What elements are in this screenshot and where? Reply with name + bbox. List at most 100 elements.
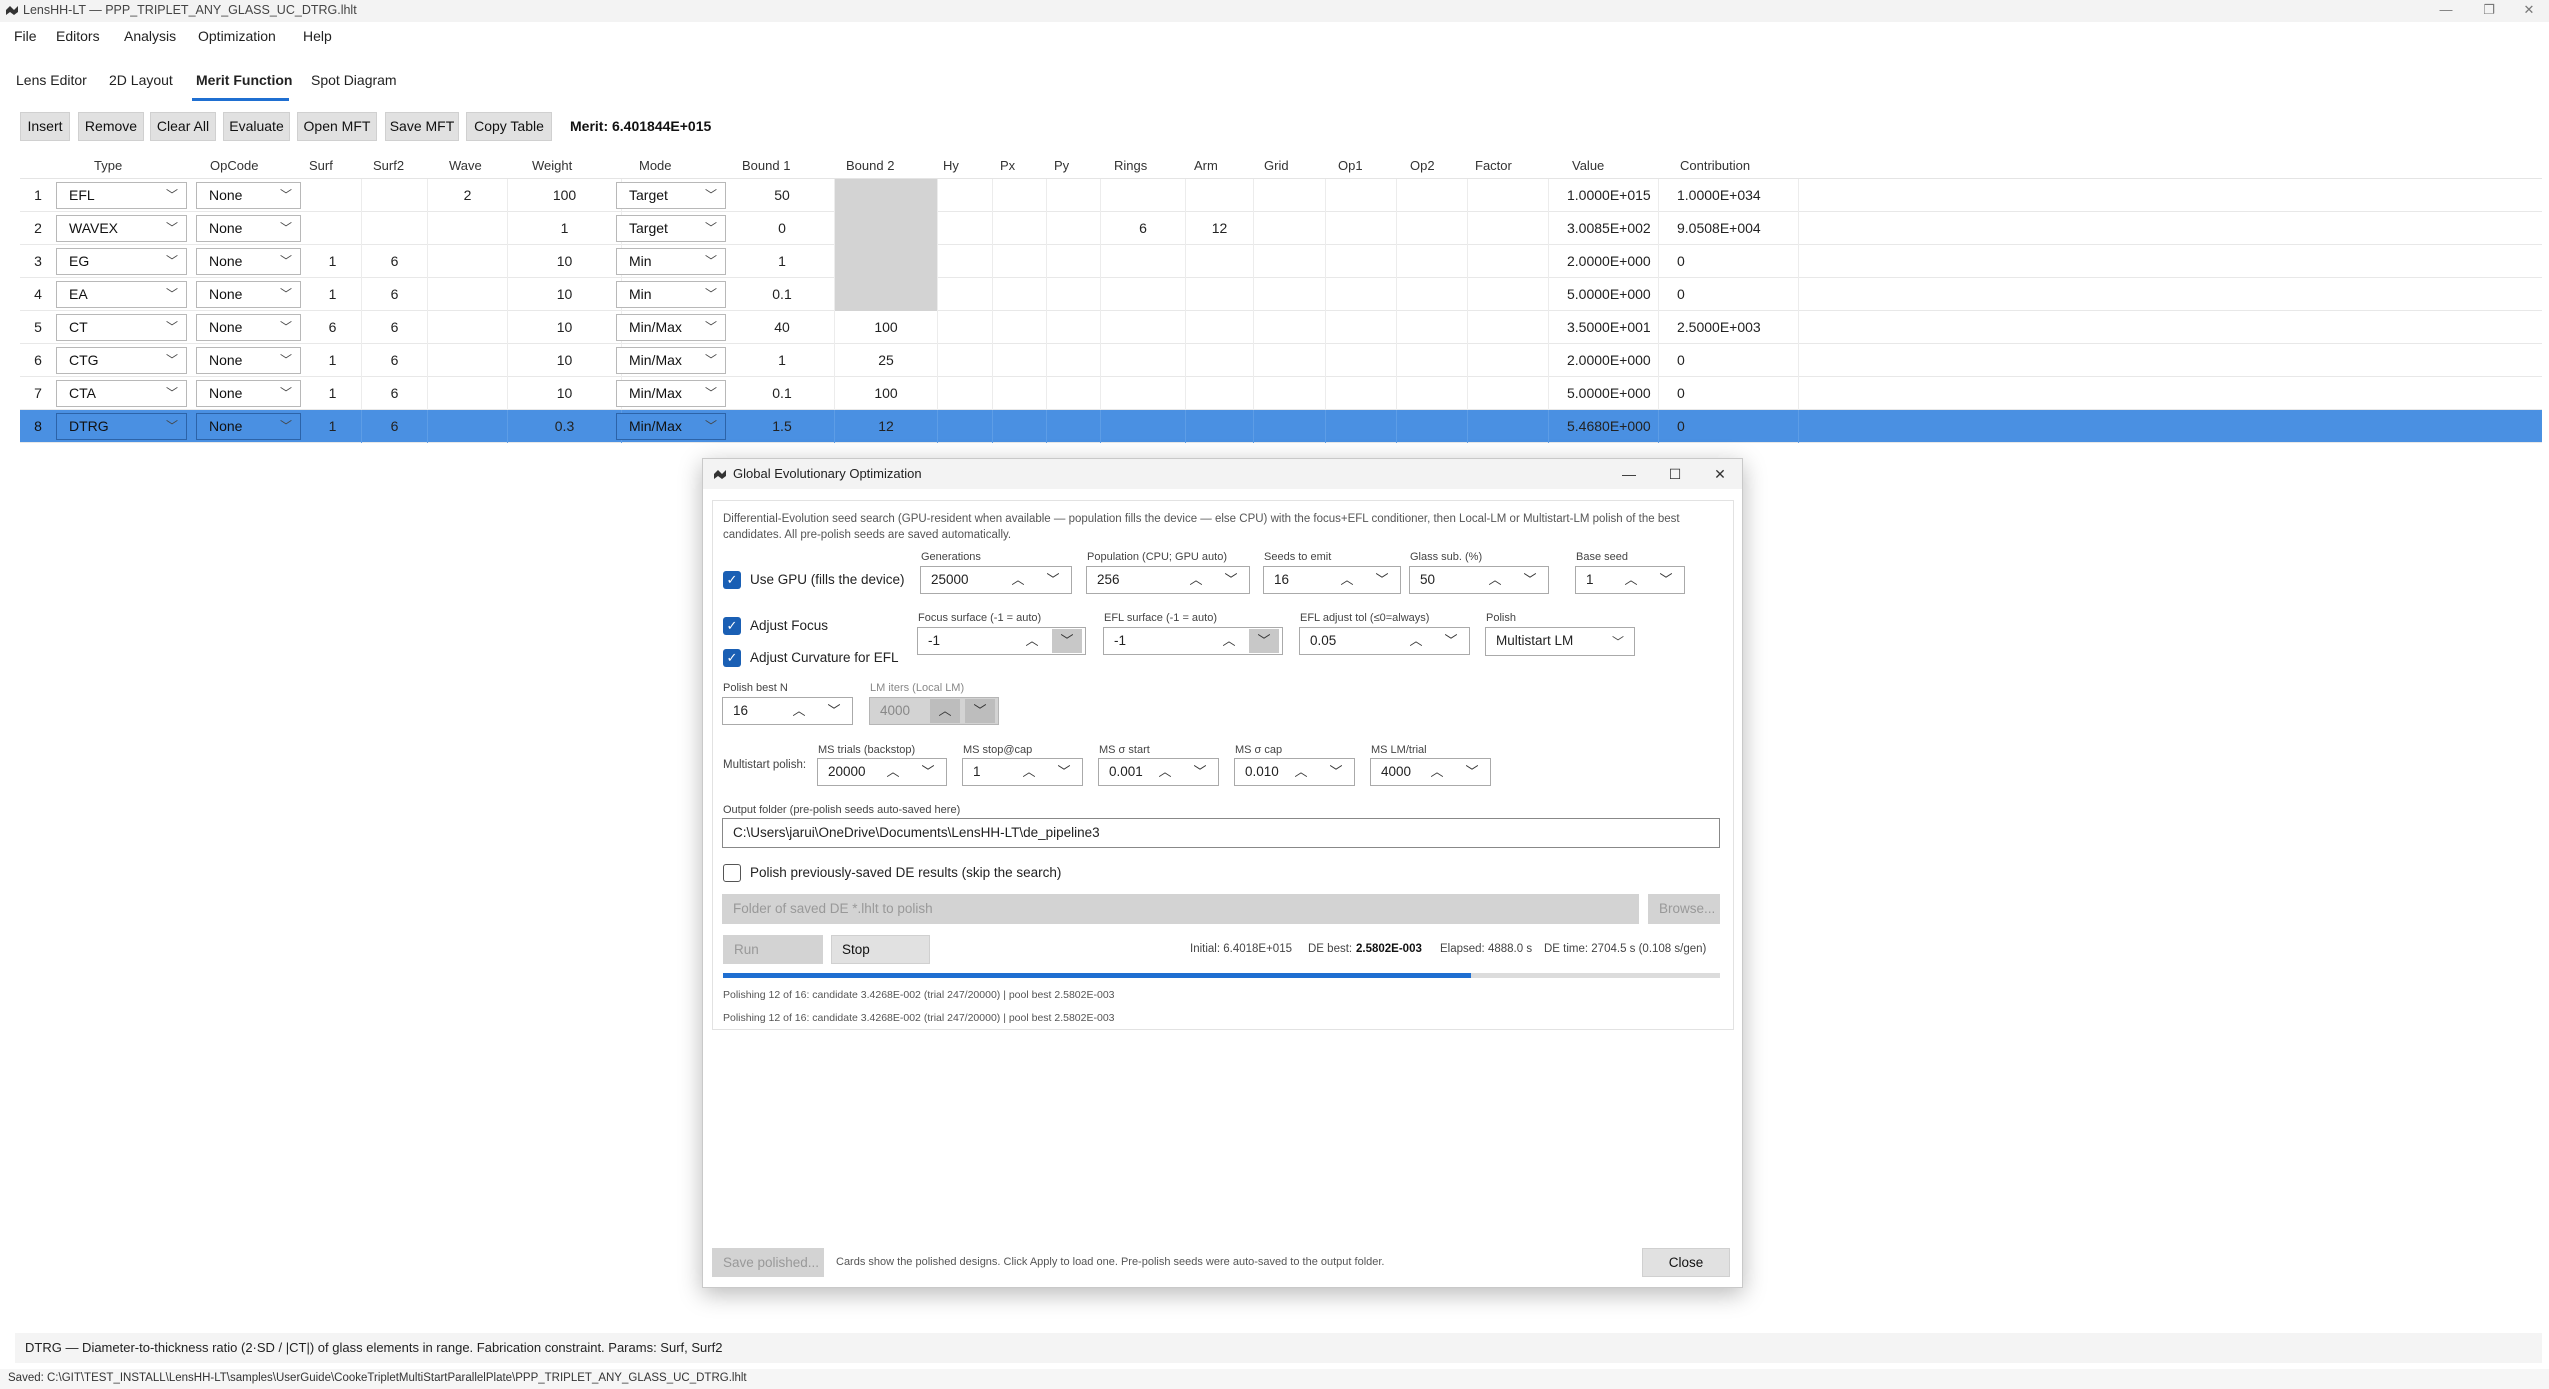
wave-cell[interactable]	[428, 245, 508, 278]
surf-cell[interactable]: 1	[304, 278, 362, 311]
glass-sub-spinner[interactable]: 50 ︿ ﹀	[1409, 566, 1549, 594]
rings-cell[interactable]: 6	[1101, 212, 1186, 245]
b2-cell[interactable]	[835, 212, 938, 245]
b1-cell[interactable]: 1.5	[730, 410, 835, 443]
grid-cell[interactable]	[1254, 344, 1326, 377]
table-row[interactable]: 6 CTG ﹀ None ﹀ 1 6 10 Min/Max ﹀ 1 25 2.0000E+000 0	[20, 344, 2542, 377]
surf-cell[interactable]: 1	[304, 245, 362, 278]
grid-cell[interactable]	[1254, 245, 1326, 278]
arm-cell[interactable]	[1186, 245, 1254, 278]
py-cell[interactable]	[1047, 410, 1101, 443]
arm-cell[interactable]: 12	[1186, 212, 1254, 245]
menu-help[interactable]: Help	[303, 28, 332, 44]
tab-2d-layout[interactable]: 2D Layout	[109, 72, 173, 88]
chevron-down-icon[interactable]: ﹀	[1249, 629, 1279, 653]
surf-cell[interactable]	[304, 179, 362, 212]
hy-cell[interactable]	[938, 311, 993, 344]
py-cell[interactable]	[1047, 179, 1101, 212]
wave-cell[interactable]	[428, 377, 508, 410]
b1-cell[interactable]: 0.1	[730, 278, 835, 311]
close-window-icon[interactable]: ✕	[2509, 0, 2549, 22]
hy-cell[interactable]	[938, 278, 993, 311]
b2-cell[interactable]: 100	[835, 311, 938, 344]
minimize-icon[interactable]: —	[2426, 0, 2466, 22]
contrib-cell[interactable]: 0	[1659, 245, 1799, 278]
surf-cell[interactable]	[304, 212, 362, 245]
wave-cell[interactable]	[428, 344, 508, 377]
arm-cell[interactable]	[1186, 179, 1254, 212]
px-cell[interactable]	[993, 377, 1047, 410]
ms-sigma-start-spinner[interactable]: 0.001 ︿ ﹀	[1098, 758, 1219, 786]
b2-cell[interactable]	[835, 179, 938, 212]
surf2-cell[interactable]: 6	[362, 344, 428, 377]
factor-cell[interactable]	[1468, 311, 1549, 344]
mode-select[interactable]: Min/Max ﹀	[616, 413, 726, 440]
factor-cell[interactable]	[1468, 377, 1549, 410]
chevron-up-icon[interactable]: ︿	[1150, 760, 1180, 784]
base-seed-spinner[interactable]: 1 ︿ ﹀	[1575, 566, 1685, 594]
adjust-focus-checkbox[interactable]: ✓	[723, 617, 741, 635]
surf-cell[interactable]: 1	[304, 410, 362, 443]
table-row[interactable]: 2 WAVEX ﹀ None ﹀ 1 Target ﹀ 0 6 12 3.0085E+002 9.050…	[20, 212, 2542, 245]
op2-cell[interactable]	[1397, 311, 1468, 344]
copy-table-button[interactable]: Copy Table	[466, 112, 552, 141]
b2-cell[interactable]	[835, 245, 938, 278]
type-select[interactable]: EFL ﹀	[56, 182, 187, 209]
ms-lm-trial-spinner[interactable]: 4000 ︿ ﹀	[1370, 758, 1491, 786]
surf2-cell[interactable]: 6	[362, 377, 428, 410]
efl-tol-spinner[interactable]: 0.05 ︿ ﹀	[1299, 627, 1470, 655]
seeds-spinner[interactable]: 16 ︿ ﹀	[1263, 566, 1401, 594]
value-cell[interactable]: 3.0085E+002	[1549, 212, 1659, 245]
mode-select[interactable]: Min/Max ﹀	[616, 314, 726, 341]
opcode-select[interactable]: None ﹀	[196, 413, 301, 440]
efl-surface-spinner[interactable]: -1 ︿ ﹀	[1103, 627, 1283, 655]
py-cell[interactable]	[1047, 311, 1101, 344]
mode-select[interactable]: Min/Max ﹀	[616, 347, 726, 374]
value-cell[interactable]: 2.0000E+000	[1549, 344, 1659, 377]
tab-lens-editor[interactable]: Lens Editor	[16, 72, 87, 88]
contrib-cell[interactable]: 0	[1659, 410, 1799, 443]
chevron-up-icon[interactable]: ︿	[1214, 629, 1244, 653]
chevron-down-icon[interactable]: ﹀	[913, 760, 943, 784]
opcode-select[interactable]: None ﹀	[196, 215, 301, 242]
value-cell[interactable]: 1.0000E+015	[1549, 179, 1659, 212]
value-cell[interactable]: 2.0000E+000	[1549, 245, 1659, 278]
focus-surface-spinner[interactable]: -1 ︿ ﹀	[917, 627, 1086, 655]
op1-cell[interactable]	[1326, 212, 1397, 245]
stop-button[interactable]: Stop	[831, 935, 930, 964]
remove-button[interactable]: Remove	[78, 112, 144, 141]
chevron-down-icon[interactable]: ﹀	[1216, 568, 1246, 592]
rings-cell[interactable]	[1101, 245, 1186, 278]
save-mft-button[interactable]: Save MFT	[385, 112, 459, 141]
op2-cell[interactable]	[1397, 212, 1468, 245]
chevron-down-icon[interactable]: ﹀	[1052, 629, 1082, 653]
close-icon[interactable]: ✕	[1705, 463, 1735, 485]
contrib-cell[interactable]: 2.5000E+003	[1659, 311, 1799, 344]
type-select[interactable]: CTA ﹀	[56, 380, 187, 407]
surf-cell[interactable]: 6	[304, 311, 362, 344]
py-cell[interactable]	[1047, 278, 1101, 311]
type-select[interactable]: WAVEX ﹀	[56, 215, 187, 242]
surf2-cell[interactable]: 6	[362, 245, 428, 278]
evaluate-button[interactable]: Evaluate	[223, 112, 290, 141]
opcode-select[interactable]: None ﹀	[196, 380, 301, 407]
opcode-select[interactable]: None ﹀	[196, 281, 301, 308]
value-cell[interactable]: 3.5000E+001	[1549, 311, 1659, 344]
grid-cell[interactable]	[1254, 311, 1326, 344]
weight-cell[interactable]: 0.3	[508, 410, 622, 443]
b2-cell[interactable]: 25	[835, 344, 938, 377]
b2-cell[interactable]	[835, 278, 938, 311]
clear-all-button[interactable]: Clear All	[150, 112, 216, 141]
tab-spot-diagram[interactable]: Spot Diagram	[311, 72, 397, 88]
value-cell[interactable]: 5.0000E+000	[1549, 278, 1659, 311]
contrib-cell[interactable]: 0	[1659, 278, 1799, 311]
px-cell[interactable]	[993, 278, 1047, 311]
mode-select[interactable]: Min ﹀	[616, 281, 726, 308]
px-cell[interactable]	[993, 410, 1047, 443]
py-cell[interactable]	[1047, 212, 1101, 245]
chevron-down-icon[interactable]: ﹀	[1436, 629, 1466, 653]
px-cell[interactable]	[993, 245, 1047, 278]
arm-cell[interactable]	[1186, 377, 1254, 410]
table-row[interactable]: 4 EA ﹀ None ﹀ 1 6 10 Min ﹀ 0.1 5.0000E+000 0	[20, 278, 2542, 311]
op1-cell[interactable]	[1326, 179, 1397, 212]
